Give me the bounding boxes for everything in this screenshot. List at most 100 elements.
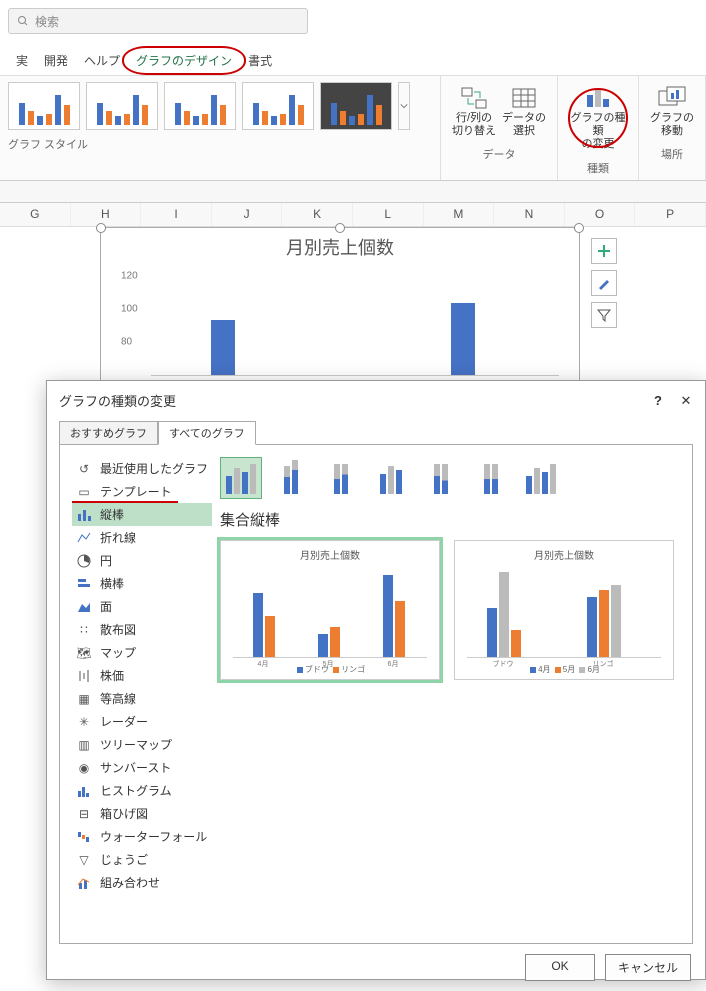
waterfall-chart-icon	[76, 829, 92, 845]
subtype-3d-100-stacked-column[interactable]	[470, 457, 512, 499]
map-chart-icon: 🗺	[76, 645, 92, 661]
chart-elements-button[interactable]	[591, 238, 617, 264]
chart-filters-button[interactable]	[591, 302, 617, 328]
col-header[interactable]: J	[212, 203, 283, 226]
chart-bar[interactable]	[211, 320, 235, 375]
title-bar: 検索	[0, 0, 706, 42]
cat-label: 箱ひげ図	[100, 805, 148, 822]
col-header[interactable]: L	[353, 203, 424, 226]
brush-icon	[597, 276, 611, 290]
preview-bar	[599, 590, 609, 657]
cat-label: 面	[100, 598, 112, 615]
resize-handle[interactable]	[335, 223, 345, 233]
chart-style-5[interactable]	[320, 82, 392, 130]
select-data-button[interactable]: データの 選択	[499, 82, 549, 140]
combo-chart-icon	[76, 875, 92, 891]
tab-developer[interactable]: 開発	[36, 48, 76, 75]
dialog-help-button[interactable]: ?	[651, 393, 665, 408]
chart-style-2[interactable]	[86, 82, 158, 130]
tab-format[interactable]: 書式	[240, 48, 280, 75]
chart-previews: 月別売上個数 4月 5月 6月 ブドウ リンゴ	[220, 540, 680, 680]
subtype-3d-clustered-column[interactable]	[370, 457, 412, 499]
cat-map[interactable]: 🗺マップ	[72, 641, 212, 664]
cat-funnel[interactable]: ▽ じょうご	[72, 848, 212, 871]
cat-templates[interactable]: ▭テンプレート	[72, 480, 212, 503]
cat-pie[interactable]: 円	[72, 549, 212, 572]
line-chart-icon	[76, 530, 92, 546]
cat-column[interactable]: 縦棒	[72, 503, 212, 526]
cat-line[interactable]: 折れ線	[72, 526, 212, 549]
cat-area[interactable]: 面	[72, 595, 212, 618]
chart-plot-area[interactable]: 120 100 80	[151, 266, 559, 376]
col-header[interactable]: O	[565, 203, 636, 226]
dialog-close-button[interactable]: ✕	[679, 393, 693, 409]
cat-histogram[interactable]: ヒストグラム	[72, 779, 212, 802]
cat-waterfall[interactable]: ウォーターフォール	[72, 825, 212, 848]
cancel-button[interactable]: キャンセル	[605, 954, 691, 981]
cat-stock[interactable]: 株価	[72, 664, 212, 687]
switch-row-col-button[interactable]: 行/列の 切り替え	[449, 82, 499, 140]
chart-style-4[interactable]	[242, 82, 314, 130]
tab-unknown[interactable]: 実	[8, 48, 36, 75]
tab-recommended-charts[interactable]: おすすめグラフ	[59, 421, 158, 445]
dialog-tabs: おすすめグラフ すべてのグラフ	[47, 420, 705, 444]
cat-label: じょうご	[100, 851, 148, 868]
pie-chart-icon	[76, 553, 92, 569]
col-header[interactable]: P	[635, 203, 706, 226]
col-header[interactable]: I	[141, 203, 212, 226]
preview-bar	[511, 630, 521, 657]
chart-preview-2[interactable]: 月別売上個数 ブドウ リンゴ 4月 5月 6月	[454, 540, 674, 680]
cat-scatter[interactable]: ∷散布図	[72, 618, 212, 641]
chart-preview-1[interactable]: 月別売上個数 4月 5月 6月 ブドウ リンゴ	[220, 540, 440, 680]
ribbon-group-location: グラフの 移動 場所	[639, 76, 706, 180]
dialog-title-bar[interactable]: グラフの種類の変更 ? ✕	[47, 381, 705, 420]
col-header[interactable]: H	[71, 203, 142, 226]
col-header[interactable]: G	[0, 203, 71, 226]
worksheet-area[interactable]: 月別売上個数 120 100 80	[0, 227, 706, 397]
cat-bar[interactable]: 横棒	[72, 572, 212, 595]
subtype-name: 集合縦棒	[220, 509, 680, 530]
tab-help[interactable]: ヘルプ	[76, 48, 128, 75]
chart-style-3[interactable]	[164, 82, 236, 130]
cat-sunburst[interactable]: ◉サンバースト	[72, 756, 212, 779]
subtype-3d-stacked-column[interactable]	[420, 457, 462, 499]
resize-handle[interactable]	[96, 223, 106, 233]
col-header[interactable]: N	[494, 203, 565, 226]
preview-plot: 4月 5月 6月	[233, 568, 427, 658]
preview-bar	[395, 601, 405, 657]
funnel-chart-icon: ▽	[76, 852, 92, 868]
chart-title[interactable]: 月別売上個数	[101, 228, 579, 266]
col-header[interactable]: K	[282, 203, 353, 226]
subtype-clustered-column[interactable]	[220, 457, 262, 499]
tab-chart-design[interactable]: グラフのデザイン	[128, 48, 240, 75]
surface-chart-icon: ▦	[76, 691, 92, 707]
y-axis-label: 100	[121, 304, 138, 315]
select-data-icon	[508, 84, 540, 112]
cat-boxwhisker[interactable]: ⊟箱ひげ図	[72, 802, 212, 825]
cat-radar[interactable]: ✳レーダー	[72, 710, 212, 733]
cat-treemap[interactable]: ▥ツリーマップ	[72, 733, 212, 756]
tab-all-charts[interactable]: すべてのグラフ	[158, 421, 256, 445]
annotation-underline	[72, 501, 178, 503]
chart-bar[interactable]	[451, 303, 475, 375]
ribbon-group-label-data: データ	[483, 146, 516, 162]
chart-style-1[interactable]	[8, 82, 80, 130]
ok-button[interactable]: OK	[525, 954, 595, 981]
cat-combo[interactable]: 組み合わせ	[72, 871, 212, 894]
cat-label: ツリーマップ	[100, 736, 172, 753]
resize-handle[interactable]	[574, 223, 584, 233]
embedded-chart[interactable]: 月別売上個数 120 100 80	[100, 227, 580, 397]
cat-recent[interactable]: ↺最近使用したグラフ	[72, 457, 212, 480]
subtype-3d-column[interactable]	[520, 457, 562, 499]
cat-label: 縦棒	[100, 506, 124, 523]
col-header[interactable]: M	[424, 203, 495, 226]
move-chart-button[interactable]: グラフの 移動	[647, 82, 697, 140]
cat-surface[interactable]: ▦等高線	[72, 687, 212, 710]
cat-label: レーダー	[100, 713, 148, 730]
subtype-stacked-column[interactable]	[270, 457, 312, 499]
preview-bar	[487, 608, 497, 657]
styles-more-button[interactable]	[398, 82, 410, 130]
subtype-100-stacked-column[interactable]	[320, 457, 362, 499]
search-input[interactable]: 検索	[8, 8, 308, 34]
chart-styles-button[interactable]	[591, 270, 617, 296]
